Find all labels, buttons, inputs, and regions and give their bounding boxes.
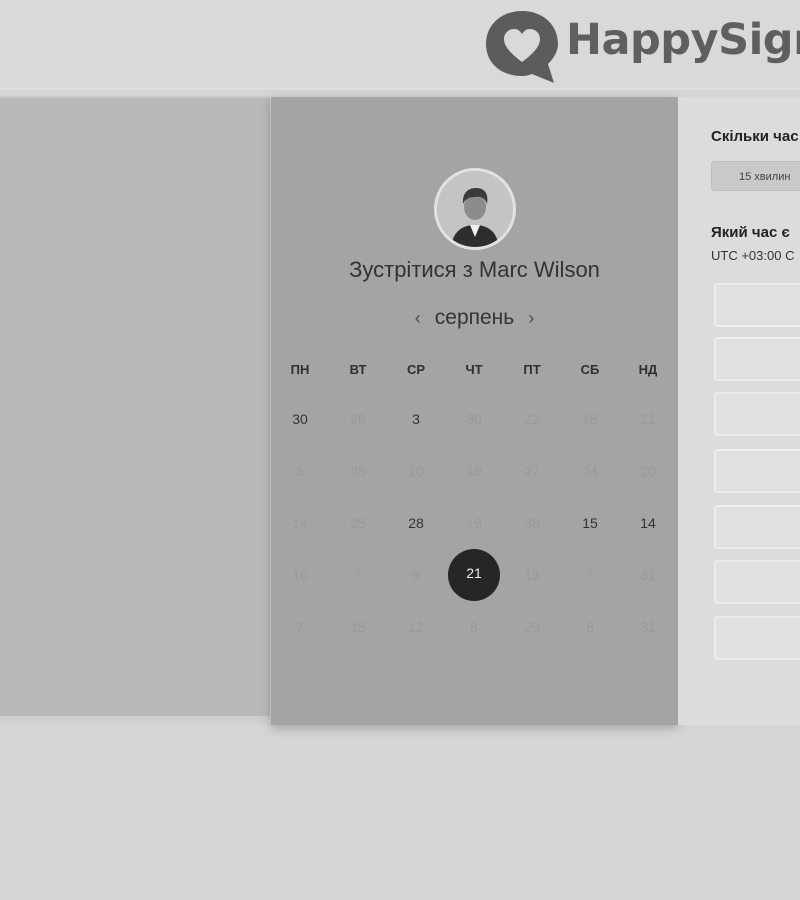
weekday-label: ПН: [290, 362, 310, 377]
calendar-day[interactable]: 15: [566, 499, 614, 547]
calendar-day[interactable]: 16: [276, 551, 324, 599]
calendar-day[interactable]: 18: [566, 395, 614, 443]
weekday-label: СР: [406, 362, 426, 377]
chevron-right-icon[interactable]: ›: [514, 308, 548, 329]
weekday-label: СБ: [580, 362, 600, 377]
calendar-day[interactable]: 7: [334, 551, 382, 599]
heart-speech-bubble-icon: [486, 11, 558, 83]
calendar-day[interactable]: 26: [334, 395, 382, 443]
calendar-day[interactable]: 5: [276, 447, 324, 495]
calendar-day[interactable]: 30: [276, 395, 324, 443]
left-panel: [0, 96, 270, 722]
calendar-day[interactable]: 14: [276, 499, 324, 547]
time-slot[interactable]: [714, 616, 800, 660]
calendar-day[interactable]: 19: [450, 447, 498, 495]
duration-heading: Скільки час: [711, 128, 799, 145]
logo-text: HappySign: [566, 15, 800, 65]
calendar-title: Зустрітися з Marc Wilson: [349, 257, 600, 282]
weekday-label: ЧТ: [465, 362, 483, 377]
calendar-day[interactable]: 21: [624, 395, 672, 443]
calendar-day[interactable]: 7: [566, 551, 614, 599]
booking-panel: Скільки час 15 хвилин Який час є UTC +03…: [678, 97, 800, 725]
calendar-day[interactable]: 9: [392, 551, 440, 599]
calendar-day[interactable]: 31: [624, 551, 672, 599]
time-slot[interactable]: [714, 560, 800, 604]
calendar-day[interactable]: 31: [624, 603, 672, 651]
weekday-label: ВТ: [349, 362, 367, 377]
calendar-day[interactable]: 30: [508, 499, 556, 547]
calendar-day[interactable]: 24: [566, 447, 614, 495]
calendar-day[interactable]: 22: [508, 395, 556, 443]
calendar-day[interactable]: 29: [508, 603, 556, 651]
calendar-day[interactable]: 15: [334, 603, 382, 651]
calendar-day[interactable]: 8: [450, 603, 498, 651]
person-photo-icon: [437, 171, 513, 247]
calendar-day[interactable]: 10: [392, 447, 440, 495]
calendar-day[interactable]: 12: [392, 603, 440, 651]
header: HappySign: [0, 0, 800, 88]
calendar-day[interactable]: 30: [450, 395, 498, 443]
calendar-day[interactable]: 20: [624, 447, 672, 495]
calendar-day[interactable]: 3: [392, 395, 440, 443]
calendar-day[interactable]: 25: [334, 447, 382, 495]
left-panel-divider: [0, 716, 270, 728]
duration-option-button[interactable]: 15 хвилин: [711, 161, 800, 191]
time-slot[interactable]: [714, 283, 800, 327]
calendar-day[interactable]: 7: [276, 603, 324, 651]
chevron-left-icon[interactable]: ‹: [401, 308, 435, 329]
month-navigation: ‹ серпень ›: [271, 303, 678, 333]
calendar-day[interactable]: 13: [508, 551, 556, 599]
weekday-label: ПТ: [523, 362, 541, 377]
calendar-day[interactable]: 27: [508, 447, 556, 495]
calendar-day[interactable]: 25: [334, 499, 382, 547]
calendar-day[interactable]: 14: [624, 499, 672, 547]
host-avatar: [434, 168, 516, 250]
calendar-panel: Зустрітися з Marc Wilson ‹ серпень › ПН В…: [271, 97, 678, 725]
logo[interactable]: HappySign: [484, 8, 800, 84]
calendar-day[interactable]: 19: [450, 499, 498, 547]
time-slot[interactable]: [714, 337, 800, 381]
time-heading: Який час є: [711, 224, 790, 241]
calendar-day[interactable]: 28: [392, 499, 440, 547]
header-divider: [0, 88, 800, 92]
weekday-label: НД: [638, 362, 658, 377]
selected-day[interactable]: 21: [448, 549, 500, 601]
calendar-day[interactable]: 8: [566, 603, 614, 651]
month-label: серпень: [434, 306, 515, 329]
time-slot[interactable]: [714, 505, 800, 549]
time-slot[interactable]: [714, 449, 800, 493]
timezone-label[interactable]: UTC +03:00 С: [711, 248, 794, 263]
time-slot[interactable]: [714, 392, 800, 436]
